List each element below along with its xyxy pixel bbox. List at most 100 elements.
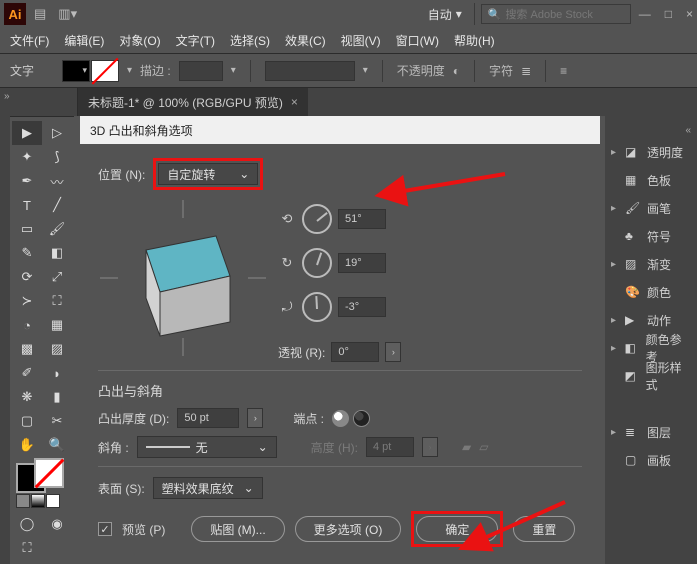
draw-mode-normal[interactable]: ◯ [12,512,42,536]
app-logo: Ai [4,3,26,25]
gradient-mode-btn[interactable] [31,494,45,508]
magic-wand-tool[interactable]: ✦ [12,145,42,169]
eraser-tool[interactable]: ◧ [42,241,72,265]
rotate-x-dial[interactable] [302,204,332,234]
align-icon[interactable]: ≡ [560,64,567,78]
rotate-tool[interactable]: ⟳ [12,265,42,289]
hand-tool[interactable]: ✋ [12,433,42,457]
slice-tool[interactable]: ✂ [42,409,72,433]
maximize-icon[interactable]: □ [665,7,672,21]
mesh-tool[interactable]: ▩ [12,337,42,361]
menu-edit[interactable]: 编辑(E) [64,32,104,49]
eyedropper-tool[interactable]: ✐ [12,361,42,385]
collapse-panels-icon[interactable]: « [685,125,691,136]
none-mode-btn[interactable] [46,494,60,508]
rectangle-tool[interactable]: ▭ [12,217,42,241]
rotate-y-input[interactable]: 19° [338,253,386,273]
selection-tool[interactable]: ▶ [12,121,42,145]
zoom-tool[interactable]: 🔍 [42,433,72,457]
blend-tool[interactable]: ◗ [42,361,72,385]
panel-symbols[interactable]: ♣符号 [605,222,697,250]
stock-search[interactable]: 🔍 搜索 Adobe Stock [481,4,631,24]
panel-color-guide[interactable]: ▸◧颜色参考 [605,334,697,362]
document-tab[interactable]: 未标题-1* @ 100% (RGB/GPU 预览) × [78,88,308,116]
column-graph-tool[interactable]: ▮ [42,385,72,409]
fill-swatch[interactable]: ▾ [62,60,90,82]
shape-builder-tool[interactable]: ◔ [12,313,42,337]
pen-tool[interactable]: ✒ [12,169,42,193]
cap-off-icon[interactable] [353,410,370,427]
draw-mode-behind[interactable]: ◉ [42,512,72,536]
panel-swatches[interactable]: ▦色板 [605,166,697,194]
curvature-tool[interactable]: 〰 [42,169,72,193]
ok-button[interactable]: 确定 [416,516,498,542]
color-guide-icon: ◧ [625,341,640,355]
free-transform-tool[interactable]: ⛶ [42,289,72,313]
perspective-grid-tool[interactable]: ▦ [42,313,72,337]
cap-on-icon[interactable] [332,410,349,427]
artboard-tool[interactable]: ▢ [12,409,42,433]
arrange-docs-icon[interactable]: ▥▾ [58,6,77,22]
panel-actions[interactable]: ▸▶动作 [605,306,697,334]
fill-stroke-indicator[interactable] [16,463,64,488]
rotate-z-dial[interactable] [302,292,332,322]
panel-color[interactable]: 🎨颜色 [605,278,697,306]
bridge-icon[interactable]: ▤ [34,6,46,22]
extrude-depth-stepper[interactable]: › [247,408,263,428]
menu-effect[interactable]: 效果(C) [285,32,326,49]
character-label[interactable]: 字符 [489,62,513,79]
bevel-dropdown[interactable]: 无⌄ [137,436,277,458]
doc-tab-close-icon[interactable]: × [291,95,298,109]
more-options-button[interactable]: 更多选项 (O) [295,516,402,542]
menu-select[interactable]: 选择(S) [230,32,270,49]
menu-type[interactable]: 文字(T) [176,32,215,49]
direct-selection-tool[interactable]: ▷ [42,121,72,145]
stroke-weight-input[interactable] [179,61,223,81]
3d-preview[interactable] [98,198,268,358]
menu-window[interactable]: 窗口(W) [396,32,439,49]
reset-button[interactable]: 重置 [513,516,575,542]
fill-stroke-swatches[interactable]: ▾ [62,60,119,82]
stroke-swatch[interactable] [91,60,119,82]
layout-dropdown[interactable]: 自动▾ [428,6,462,23]
panel-artboards[interactable]: ▢画板 [605,446,697,474]
rotate-y-dial[interactable] [302,248,332,278]
lasso-tool[interactable]: ⟆ [42,145,72,169]
menu-file[interactable]: 文件(F) [10,32,49,49]
menu-object[interactable]: 对象(O) [119,32,160,49]
width-tool[interactable]: ≻ [12,289,42,313]
screen-mode-btn[interactable]: ⛶ [12,536,42,560]
line-tool[interactable]: ╱ [42,193,72,217]
panel-brushes[interactable]: ▸🖌画笔 [605,194,697,222]
gradient-tool[interactable]: ▨ [42,337,72,361]
map-art-button[interactable]: 贴图 (M)... [191,516,284,542]
vsp-input[interactable] [265,61,355,81]
scale-tool[interactable]: ⤢ [42,265,72,289]
perspective-stepper[interactable]: › [385,342,401,362]
panel-transparency[interactable]: ▸◪透明度 [605,138,697,166]
opacity-icon[interactable]: ◐ [453,64,460,78]
menu-help[interactable]: 帮助(H) [454,32,495,49]
close-icon[interactable]: × [686,7,693,21]
position-dropdown[interactable]: 自定旋转⌄ [158,163,258,185]
panel-graphic-styles[interactable]: ◩图形样式 [605,362,697,390]
symbol-sprayer-tool[interactable]: ❋ [12,385,42,409]
expand-panels-icon[interactable]: » [4,91,10,102]
perspective-input[interactable]: 0° [331,342,379,362]
minimize-icon[interactable]: — [639,7,651,21]
shaper-tool[interactable]: ✎ [12,241,42,265]
panel-layers[interactable]: ▸≣图层 [605,418,697,446]
surface-dropdown[interactable]: 塑料效果底纹⌄ [153,477,263,499]
paintbrush-tool[interactable]: 🖌 [42,217,72,241]
preview-checkbox[interactable]: ✓ [98,522,112,536]
color-mode-btn[interactable] [16,494,30,508]
rotate-z-input[interactable]: -3° [338,297,386,317]
type-tool[interactable]: T [12,193,42,217]
panel-gradient[interactable]: ▸▨渐变 [605,250,697,278]
titlebar: Ai ▤ ▥▾ 自动▾ 🔍 搜索 Adobe Stock — □ × [0,0,697,28]
paragraph-icon[interactable]: ≣ [521,64,531,78]
extrude-depth-input[interactable]: 50 pt [177,408,239,428]
rotate-x-input[interactable]: 51° [338,209,386,229]
menu-view[interactable]: 视图(V) [341,32,381,49]
extrude-depth-label: 凸出厚度 (D): [98,410,169,427]
